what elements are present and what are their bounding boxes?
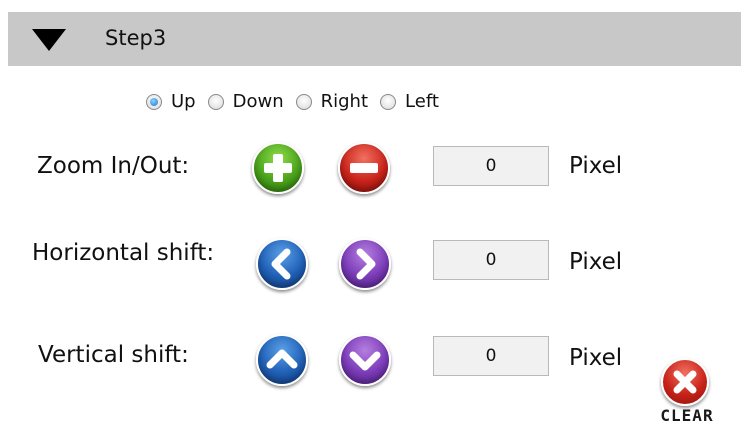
chevron-right-icon xyxy=(356,248,376,280)
clear-circle[interactable] xyxy=(661,358,709,406)
radio-button-icon[interactable] xyxy=(207,93,224,110)
zoom-out-button[interactable] xyxy=(338,142,390,194)
zoom-label: Zoom In/Out: xyxy=(37,153,190,179)
radio-up[interactable]: Up xyxy=(146,91,196,112)
radio-label-left: Left xyxy=(405,91,439,112)
radio-label-up: Up xyxy=(171,91,196,112)
horizontal-shift-label: Horizontal shift: xyxy=(32,240,215,266)
radio-button-icon[interactable] xyxy=(380,93,397,110)
vertical-value-input[interactable] xyxy=(433,336,549,376)
radio-button-icon[interactable] xyxy=(295,93,312,110)
plus-icon xyxy=(264,154,292,182)
triangle-down-icon[interactable] xyxy=(32,29,66,51)
step3-header[interactable]: Step3 xyxy=(8,12,741,66)
vertical-shift-label: Vertical shift: xyxy=(38,342,189,368)
radio-label-down: Down xyxy=(232,91,284,112)
shift-left-button[interactable] xyxy=(256,238,308,290)
vertical-unit: Pixel xyxy=(569,345,623,371)
direction-radio-group: Up Down Right Left xyxy=(146,91,451,112)
clear-button[interactable]: CLEAR xyxy=(657,358,717,425)
shift-up-button[interactable] xyxy=(256,334,308,386)
section-title: Step3 xyxy=(105,26,167,50)
clear-label: CLEAR xyxy=(660,406,714,425)
chevron-left-icon xyxy=(271,248,291,280)
close-icon xyxy=(673,370,697,394)
zoom-in-button[interactable] xyxy=(252,142,304,194)
horizontal-unit: Pixel xyxy=(569,249,623,275)
horizontal-value-input[interactable] xyxy=(433,240,549,280)
radio-left[interactable]: Left xyxy=(380,91,439,112)
shift-right-button[interactable] xyxy=(339,238,391,290)
zoom-unit: Pixel xyxy=(569,153,623,179)
radio-button-icon[interactable] xyxy=(146,93,162,110)
zoom-value-input[interactable] xyxy=(433,146,549,186)
radio-label-right: Right xyxy=(320,91,369,112)
chevron-up-icon xyxy=(266,349,298,369)
shift-down-button[interactable] xyxy=(339,334,391,386)
radio-down[interactable]: Down xyxy=(207,91,284,112)
minus-icon xyxy=(350,163,378,173)
chevron-down-icon xyxy=(349,351,381,371)
radio-right[interactable]: Right xyxy=(295,91,369,112)
